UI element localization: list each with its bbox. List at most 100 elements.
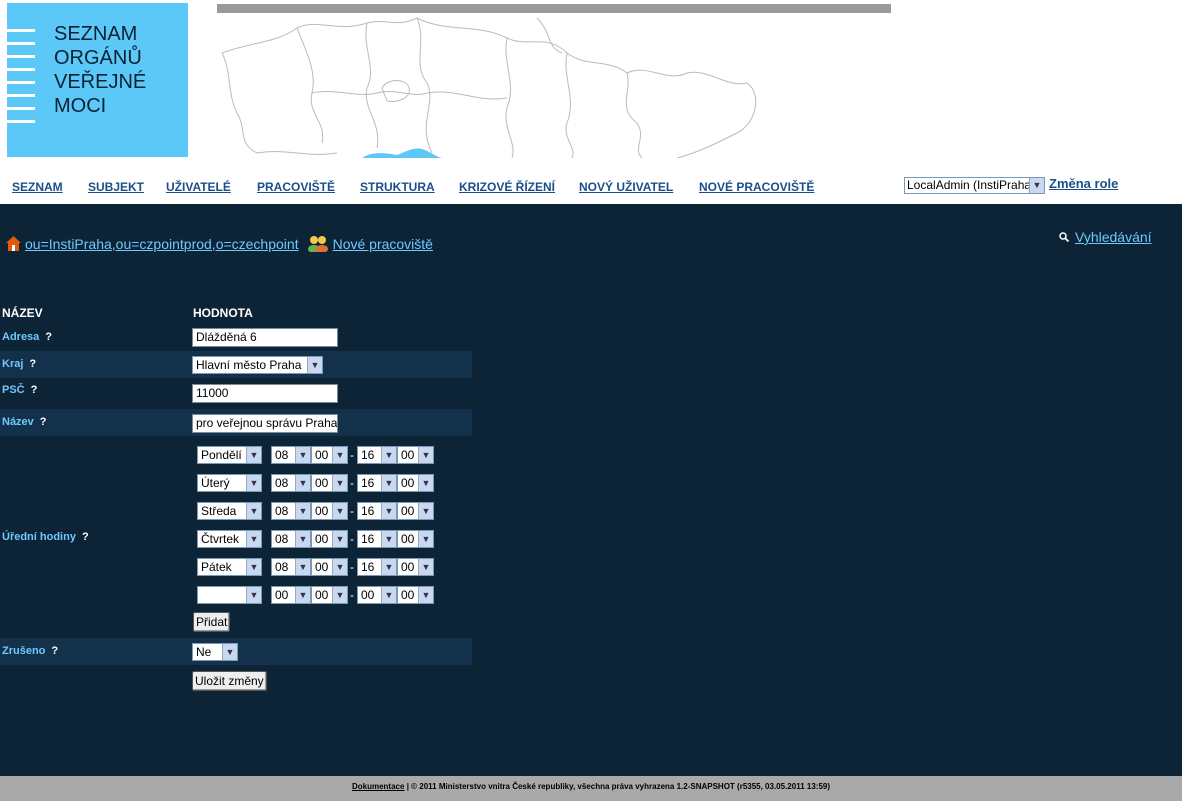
to-hour-select[interactable]: 16 ▼: [357, 446, 397, 464]
header-bar: [217, 4, 891, 13]
nav-krizove-rizeni[interactable]: KRIZOVÉ ŘÍZENÍ: [459, 180, 555, 194]
form-row-adresa: Adresa? Dlážděná 6: [0, 325, 472, 351]
from-hour-select[interactable]: 00 ▼: [271, 586, 311, 604]
role-select[interactable]: LocalAdmin (InstiPraha) ▼: [904, 177, 1045, 194]
to-hour-select-value: 16: [361, 532, 375, 546]
to-minute-select[interactable]: 00 ▼: [397, 502, 434, 520]
to-minute-select[interactable]: 00 ▼: [397, 474, 434, 492]
chevron-down-icon[interactable]: ▼: [418, 587, 433, 603]
chevron-down-icon[interactable]: ▼: [418, 503, 433, 519]
from-minute-select[interactable]: 00 ▼: [311, 530, 348, 548]
chevron-down-icon[interactable]: ▼: [381, 475, 396, 491]
to-hour-select[interactable]: 16 ▼: [357, 474, 397, 492]
from-hour-select[interactable]: 08 ▼: [271, 558, 311, 576]
adresa-input[interactable]: Dlážděná 6: [192, 328, 338, 347]
main-content: ou=InstiPraha,ou=czpointprod,o=czechpoin…: [0, 204, 1182, 776]
help-icon[interactable]: ?: [40, 416, 47, 428]
nav-pracoviste[interactable]: PRACOVIŠTĚ: [257, 180, 335, 194]
from-minute-select[interactable]: 00 ▼: [311, 446, 348, 464]
change-role-link[interactable]: Změna role: [1049, 176, 1118, 191]
documentation-link[interactable]: Dokumentace: [352, 782, 404, 791]
to-minute-select-value: 00: [401, 532, 415, 546]
from-hour-select[interactable]: 08 ▼: [271, 474, 311, 492]
nazev-input[interactable]: pro veřejnou správu Praha: [192, 414, 338, 433]
to-hour-select[interactable]: 16 ▼: [357, 558, 397, 576]
help-icon[interactable]: ?: [29, 358, 36, 370]
chevron-down-icon[interactable]: ▼: [295, 559, 310, 575]
add-hours-button[interactable]: Přidat: [193, 612, 231, 632]
from-hour-select[interactable]: 08 ▼: [271, 446, 311, 464]
to-hour-select[interactable]: 00 ▼: [357, 586, 397, 604]
day-select[interactable]: Úterý ▼: [197, 474, 262, 492]
day-select[interactable]: Středa ▼: [197, 502, 262, 520]
day-select[interactable]: ▼: [197, 586, 262, 604]
chevron-down-icon[interactable]: ▼: [332, 559, 347, 575]
day-select[interactable]: Čtvrtek ▼: [197, 530, 262, 548]
chevron-down-icon[interactable]: ▼: [246, 531, 261, 547]
chevron-down-icon[interactable]: ▼: [418, 559, 433, 575]
chevron-down-icon[interactable]: ▼: [246, 587, 261, 603]
chevron-down-icon[interactable]: ▼: [418, 531, 433, 547]
field-label-adresa: Adresa?: [2, 331, 52, 343]
from-minute-select-value: 00: [315, 476, 329, 490]
chevron-down-icon[interactable]: ▼: [307, 357, 322, 373]
chevron-down-icon[interactable]: ▼: [246, 447, 261, 463]
kraj-select[interactable]: Hlavní město Praha ▼: [192, 356, 323, 374]
to-hour-select[interactable]: 16 ▼: [357, 502, 397, 520]
from-minute-select[interactable]: 00 ▼: [311, 586, 348, 604]
from-minute-select[interactable]: 00 ▼: [311, 558, 348, 576]
chevron-down-icon[interactable]: ▼: [332, 475, 347, 491]
nav-novy-uzivatel[interactable]: NOVÝ UŽIVATEL: [579, 180, 673, 194]
nav-struktura[interactable]: STRUKTURA: [360, 180, 435, 194]
chevron-down-icon[interactable]: ▼: [332, 587, 347, 603]
to-minute-select[interactable]: 00 ▼: [397, 446, 434, 464]
chevron-down-icon[interactable]: ▼: [295, 531, 310, 547]
help-icon[interactable]: ?: [45, 331, 52, 343]
chevron-down-icon[interactable]: ▼: [295, 447, 310, 463]
search-link[interactable]: Vyhledávání: [1075, 229, 1152, 245]
day-select[interactable]: Pondělí ▼: [197, 446, 262, 464]
chevron-down-icon[interactable]: ▼: [418, 475, 433, 491]
chevron-down-icon[interactable]: ▼: [332, 531, 347, 547]
chevron-down-icon[interactable]: ▼: [418, 447, 433, 463]
chevron-down-icon[interactable]: ▼: [246, 559, 261, 575]
chevron-down-icon[interactable]: ▼: [381, 559, 396, 575]
to-minute-select[interactable]: 00 ▼: [397, 558, 434, 576]
from-hour-select[interactable]: 08 ▼: [271, 530, 311, 548]
from-hour-select[interactable]: 08 ▼: [271, 502, 311, 520]
from-minute-select[interactable]: 00 ▼: [311, 474, 348, 492]
to-minute-select[interactable]: 00 ▼: [397, 586, 434, 604]
home-icon[interactable]: [6, 236, 21, 251]
help-icon[interactable]: ?: [51, 645, 58, 657]
chevron-down-icon[interactable]: ▼: [332, 503, 347, 519]
save-changes-button[interactable]: Uložit změny: [192, 671, 267, 691]
help-icon[interactable]: ?: [31, 384, 38, 396]
to-minute-select[interactable]: 00 ▼: [397, 530, 434, 548]
zruseno-select[interactable]: Ne ▼: [192, 643, 238, 661]
chevron-down-icon[interactable]: ▼: [381, 587, 396, 603]
breadcrumb-current-link[interactable]: Nové pracoviště: [333, 236, 433, 252]
search-link-group[interactable]: Vyhledávání: [1059, 229, 1152, 245]
chevron-down-icon[interactable]: ▼: [295, 475, 310, 491]
chevron-down-icon[interactable]: ▼: [295, 503, 310, 519]
nav-seznam[interactable]: SEZNAM: [12, 180, 63, 194]
chevron-down-icon[interactable]: ▼: [381, 503, 396, 519]
kraj-select-value: Hlavní město Praha: [196, 358, 302, 372]
chevron-down-icon[interactable]: ▼: [246, 503, 261, 519]
from-minute-select[interactable]: 00 ▼: [311, 502, 348, 520]
chevron-down-icon[interactable]: ▼: [246, 475, 261, 491]
breadcrumb-path-link[interactable]: ou=InstiPraha,ou=czpointprod,o=czechpoin…: [25, 236, 299, 252]
psc-input[interactable]: 11000: [192, 384, 338, 403]
chevron-down-icon[interactable]: ▼: [332, 447, 347, 463]
nav-subjekt[interactable]: SUBJEKT: [88, 180, 144, 194]
nav-uzivatele[interactable]: UŽIVATELÉ: [166, 180, 231, 194]
chevron-down-icon[interactable]: ▼: [295, 587, 310, 603]
nav-nove-pracoviste[interactable]: NOVÉ PRACOVIŠTĚ: [699, 180, 814, 194]
chevron-down-icon[interactable]: ▼: [381, 531, 396, 547]
to-hour-select[interactable]: 16 ▼: [357, 530, 397, 548]
chevron-down-icon[interactable]: ▼: [381, 447, 396, 463]
chevron-down-icon[interactable]: ▼: [222, 644, 237, 660]
day-select[interactable]: Pátek ▼: [197, 558, 262, 576]
help-icon[interactable]: ?: [82, 531, 89, 543]
chevron-down-icon[interactable]: ▼: [1029, 178, 1044, 193]
